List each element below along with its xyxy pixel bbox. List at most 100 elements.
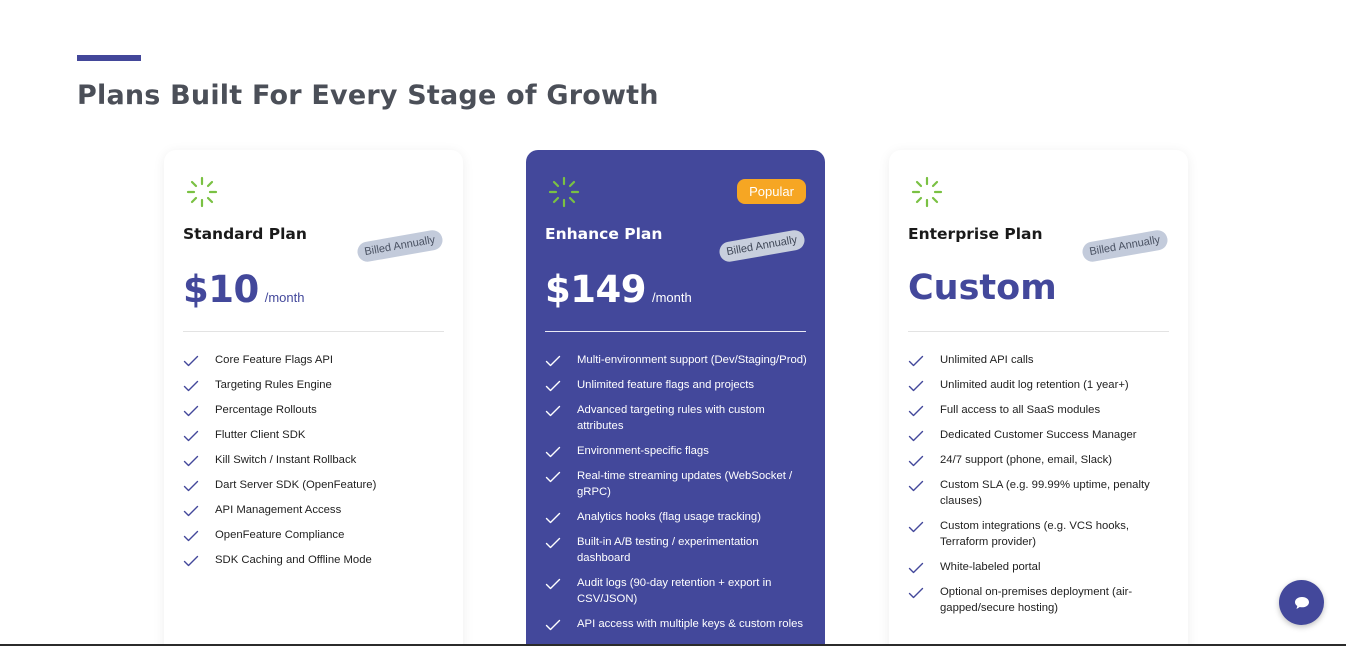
feature-text: Full access to all SaaS modules bbox=[940, 404, 1101, 416]
feature-item: 24/7 support (phone, email, Slack) bbox=[908, 452, 1170, 468]
check-icon bbox=[183, 480, 199, 492]
feature-text: Flutter Client SDK bbox=[215, 429, 306, 441]
feature-item: White-labeled portal bbox=[908, 559, 1170, 575]
plan-name: Enterprise Plan bbox=[908, 225, 1043, 243]
check-icon bbox=[908, 380, 924, 392]
check-icon bbox=[183, 380, 199, 392]
feature-text: 24/7 support (phone, email, Slack) bbox=[940, 454, 1113, 466]
feature-text: Audit logs (90-day retention + export in… bbox=[577, 577, 772, 605]
feature-item: OpenFeature Compliance bbox=[183, 527, 445, 543]
price-row: $10 /month bbox=[183, 268, 304, 311]
plan-card-enterprise: Enterprise Plan Billed Annually Custom U… bbox=[889, 150, 1188, 646]
feature-item: Audit logs (90-day retention + export in… bbox=[545, 575, 807, 607]
price-row: Custom bbox=[908, 268, 1057, 308]
feature-text: Unlimited API calls bbox=[940, 354, 1034, 366]
feature-text: Custom SLA (e.g. 99.99% uptime, penalty … bbox=[940, 479, 1150, 507]
check-icon bbox=[545, 578, 561, 590]
feature-text: Multi-environment support (Dev/Staging/P… bbox=[577, 354, 807, 366]
check-icon bbox=[183, 455, 199, 467]
plan-price: $10 bbox=[183, 268, 259, 311]
plan-price: $149 bbox=[545, 268, 646, 311]
feature-item: Multi-environment support (Dev/Staging/P… bbox=[545, 352, 807, 368]
feature-item: Custom SLA (e.g. 99.99% uptime, penalty … bbox=[908, 477, 1170, 509]
feature-text: Unlimited feature flags and projects bbox=[577, 379, 755, 391]
feature-text: Kill Switch / Instant Rollback bbox=[215, 454, 357, 466]
check-icon bbox=[908, 587, 924, 599]
feature-text: Percentage Rollouts bbox=[215, 404, 317, 416]
check-icon bbox=[908, 405, 924, 417]
feature-item: Targeting Rules Engine bbox=[183, 377, 445, 393]
feature-text: Core Feature Flags API bbox=[215, 354, 334, 366]
feature-item: SDK Caching and Offline Mode bbox=[183, 552, 445, 568]
feature-item: API Management Access bbox=[183, 502, 445, 518]
card-divider bbox=[545, 331, 806, 332]
feature-item: Core Feature Flags API bbox=[183, 352, 445, 368]
feature-text: Built-in A/B testing / experimentation d… bbox=[577, 536, 759, 564]
check-icon bbox=[545, 405, 561, 417]
card-divider bbox=[908, 331, 1169, 332]
feature-text: Optional on-premises deployment (air-gap… bbox=[940, 586, 1133, 614]
check-icon bbox=[908, 562, 924, 574]
feature-item: Full access to all SaaS modules bbox=[908, 402, 1170, 418]
feature-item: Advanced targeting rules with custom att… bbox=[545, 402, 807, 434]
feature-text: API Management Access bbox=[215, 504, 342, 516]
check-icon bbox=[908, 521, 924, 533]
price-period: /month bbox=[651, 290, 692, 305]
check-icon bbox=[545, 512, 561, 524]
check-icon bbox=[908, 455, 924, 467]
feature-text: Advanced targeting rules with custom att… bbox=[577, 404, 765, 432]
feature-item: Built-in A/B testing / experimentation d… bbox=[545, 534, 807, 566]
check-icon bbox=[908, 430, 924, 442]
check-icon bbox=[908, 480, 924, 492]
feature-item: Environment-specific flags bbox=[545, 443, 807, 459]
feature-text: Dart Server SDK (OpenFeature) bbox=[215, 479, 377, 491]
feature-item: Analytics hooks (flag usage tracking) bbox=[545, 509, 807, 525]
title-accent-bar bbox=[77, 55, 141, 61]
plan-card-enhance: Popular Enhance Plan Billed Annually $14… bbox=[526, 150, 825, 646]
check-icon bbox=[545, 471, 561, 483]
price-period: /month bbox=[264, 290, 305, 305]
price-row: $149 /month bbox=[545, 268, 692, 311]
plan-price: Custom bbox=[908, 268, 1057, 308]
billed-annually-tag: Billed Annually bbox=[718, 228, 807, 264]
feature-text: White-labeled portal bbox=[940, 561, 1041, 573]
check-icon bbox=[545, 446, 561, 458]
billed-annually-tag: Billed Annually bbox=[356, 228, 445, 264]
section-title: Plans Built For Every Stage of Growth bbox=[77, 80, 659, 111]
feature-item: Flutter Client SDK bbox=[183, 427, 445, 443]
chat-bubble-icon bbox=[1294, 596, 1309, 609]
feature-item: Unlimited API calls bbox=[908, 352, 1170, 368]
check-icon bbox=[183, 355, 199, 367]
feature-text: SDK Caching and Offline Mode bbox=[215, 554, 372, 566]
feature-item: Unlimited audit log retention (1 year+) bbox=[908, 377, 1170, 393]
feature-item: Unlimited feature flags and projects bbox=[545, 377, 807, 393]
feature-text: Unlimited audit log retention (1 year+) bbox=[940, 379, 1129, 391]
feature-item: Dedicated Customer Success Manager bbox=[908, 427, 1170, 443]
feature-item: Percentage Rollouts bbox=[183, 402, 445, 418]
check-icon bbox=[183, 505, 199, 517]
plan-name: Standard Plan bbox=[183, 225, 307, 243]
loader-icon bbox=[911, 176, 943, 208]
feature-text: Real-time streaming updates (WebSocket /… bbox=[577, 470, 793, 498]
loader-icon bbox=[186, 176, 218, 208]
loader-icon bbox=[548, 176, 580, 208]
check-icon bbox=[545, 355, 561, 367]
feature-item: API access with multiple keys & custom r… bbox=[545, 616, 807, 632]
check-icon bbox=[183, 430, 199, 442]
card-divider bbox=[183, 331, 444, 332]
feature-list: Unlimited API calls Unlimited audit log r… bbox=[908, 352, 1170, 625]
check-icon bbox=[183, 555, 199, 567]
feature-item: Kill Switch / Instant Rollback bbox=[183, 452, 445, 468]
chat-button[interactable] bbox=[1279, 580, 1324, 625]
check-icon bbox=[908, 355, 924, 367]
feature-text: Analytics hooks (flag usage tracking) bbox=[577, 511, 761, 523]
feature-item: Custom integrations (e.g. VCS hooks, Ter… bbox=[908, 518, 1170, 550]
feature-text: Targeting Rules Engine bbox=[215, 379, 332, 391]
feature-item: Optional on-premises deployment (air-gap… bbox=[908, 584, 1170, 616]
plan-card-standard: Standard Plan Billed Annually $10 /month… bbox=[164, 150, 463, 646]
check-icon bbox=[545, 380, 561, 392]
feature-item: Dart Server SDK (OpenFeature) bbox=[183, 477, 445, 493]
feature-list: Core Feature Flags API Targeting Rules En… bbox=[183, 352, 445, 577]
plan-name: Enhance Plan bbox=[545, 225, 663, 243]
feature-list: Multi-environment support (Dev/Staging/P… bbox=[545, 352, 807, 641]
